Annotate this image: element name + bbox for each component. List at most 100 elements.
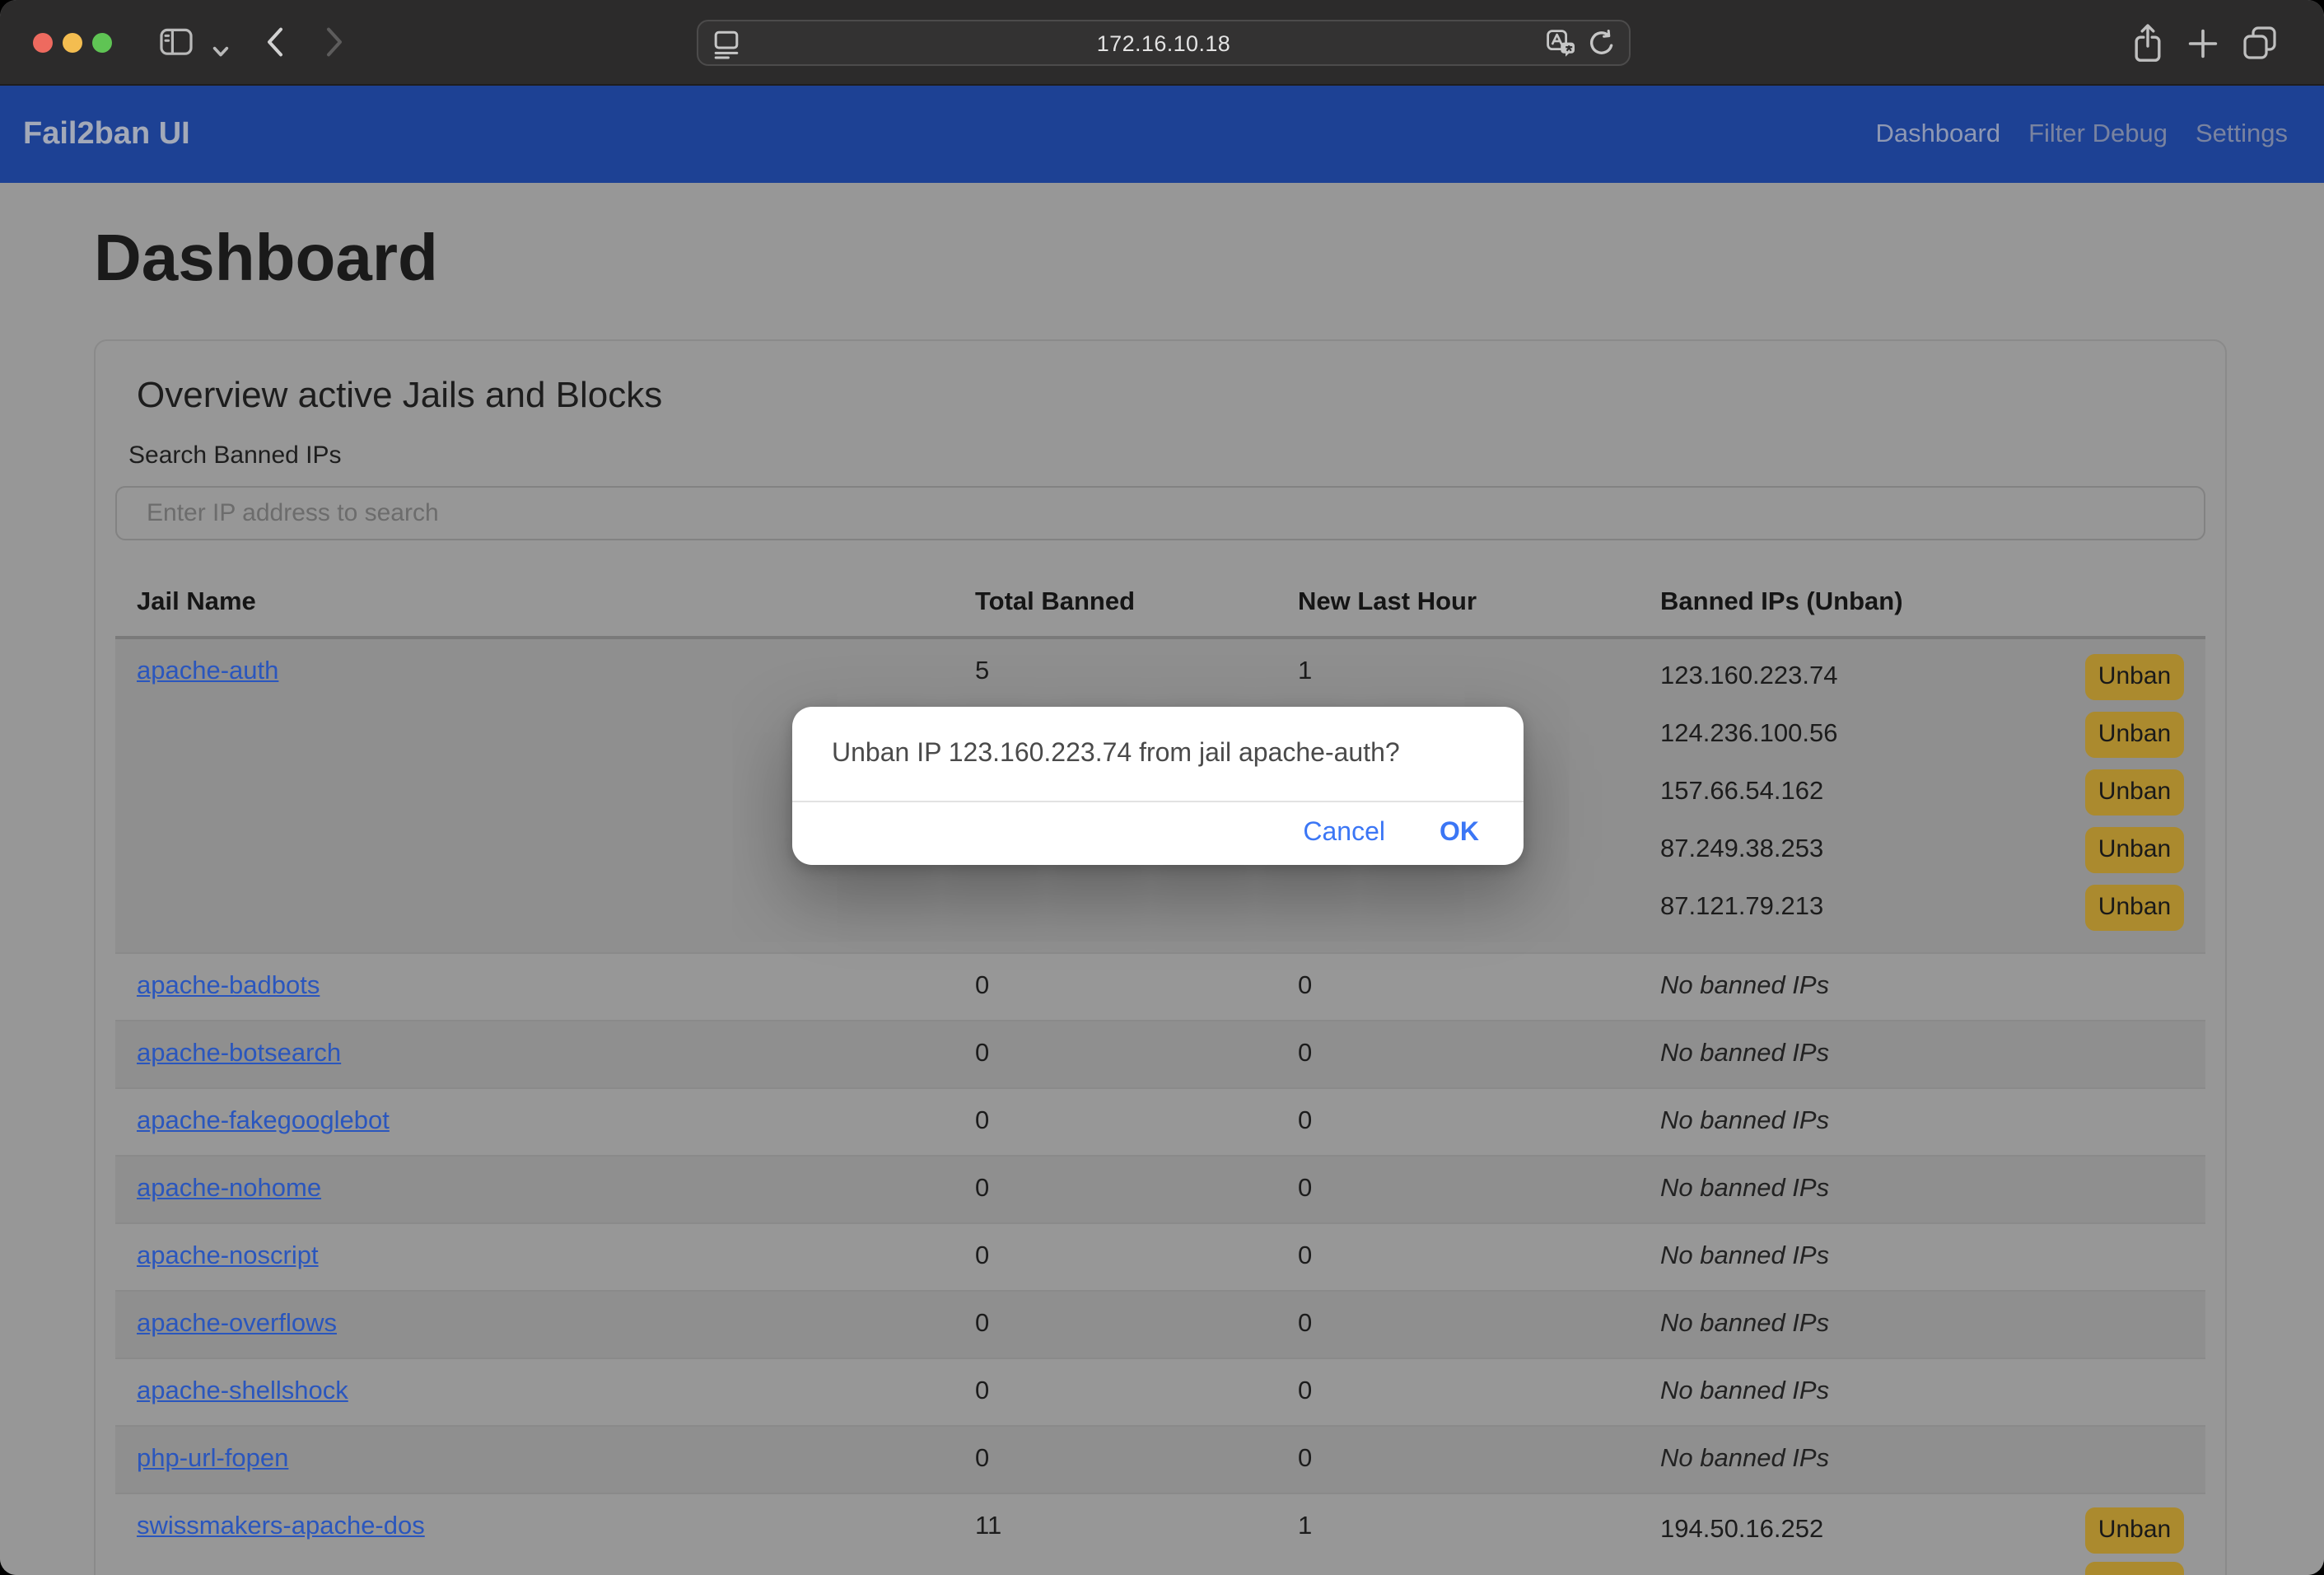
screenshot-stage: 172.16.10.18 [0, 0, 2324, 1575]
jail-name-cell: apache-auth [115, 639, 954, 705]
search-input[interactable] [115, 486, 2205, 540]
table-row: apache-overflows00No banned IPs [115, 1292, 2205, 1359]
close-button[interactable] [33, 33, 53, 53]
jail-link[interactable]: apache-auth [137, 657, 278, 685]
jail-link[interactable]: apache-shellshock [137, 1377, 348, 1405]
banned-ip-row: 194.50.16.252 Unban [1660, 1503, 2184, 1558]
unban-button[interactable]: Unban [2085, 1563, 2184, 1575]
column-header: Jail Name [115, 570, 954, 636]
jail-name-cell: apache-noscript [115, 1224, 954, 1290]
new-tab-button[interactable] [2187, 27, 2219, 63]
search-label: Search Banned IPs [128, 442, 2205, 470]
banned-ip-row: 123.160.223.74Unban [1660, 647, 2184, 705]
card-title: Overview active Jails and Blocks [137, 371, 2205, 420]
share-button[interactable] [2131, 23, 2164, 68]
banned-ip: 157.66.54.162 [1660, 777, 1823, 806]
translate-button[interactable] [1547, 30, 1576, 63]
table-row: apache-fakegooglebot00No banned IPs [115, 1089, 2205, 1157]
back-button[interactable] [265, 26, 285, 63]
minimize-button[interactable] [63, 33, 82, 53]
total-banned-value: 11 [954, 1494, 1276, 1560]
total-banned-value: 0 [954, 1224, 1276, 1290]
total-banned-value: 0 [954, 1427, 1276, 1493]
jail-link[interactable]: apache-nohome [137, 1175, 321, 1203]
total-banned-value: 0 [954, 1089, 1276, 1155]
unban-button[interactable]: Unban [2085, 769, 2184, 815]
banned-ip-row: 157.66.54.162 Unban [1660, 763, 2184, 820]
jail-link[interactable]: apache-noscript [137, 1242, 319, 1270]
banned-ip-row: 124.236.100.56 Unban [1660, 705, 2184, 763]
nav-link-dashboard[interactable]: Dashboard [1875, 119, 2000, 149]
table-row: apache-nohome00No banned IPs [115, 1157, 2205, 1224]
nav-links: Dashboard Filter Debug Settings [1875, 119, 2288, 149]
table-row: php-url-fopen00No banned IPs [115, 1427, 2205, 1494]
forward-button[interactable] [324, 26, 344, 63]
tab-overview-button[interactable] [2242, 25, 2278, 66]
page-title: Dashboard [94, 219, 2324, 298]
new-last-hour-value: 0 [1276, 1021, 1639, 1087]
banned-ip: 194.50.16.252 [1660, 1516, 1823, 1545]
app-navbar: Fail2ban UI Dashboard Filter Debug Setti… [0, 86, 2324, 183]
nav-link-filter-debug[interactable]: Filter Debug [2028, 119, 2168, 149]
new-last-hour-value: 1 [1276, 1494, 1639, 1560]
new-last-hour-value: 0 [1276, 1157, 1639, 1222]
reload-button[interactable] [1588, 30, 1616, 63]
back-icon [265, 38, 285, 63]
table-header-row: Jail NameTotal BannedNew Last HourBanned… [115, 570, 2205, 639]
address-bar[interactable]: 172.16.10.18 [697, 20, 1631, 66]
unban-button[interactable]: Unban [2085, 1507, 2184, 1554]
jail-link[interactable]: swissmakers-apache-dos [137, 1512, 425, 1540]
no-banned-ips-note: No banned IPs [1639, 1359, 2205, 1425]
no-banned-ips-note: No banned IPs [1639, 1224, 2205, 1290]
banned-ip: 87.249.38.253 [1660, 834, 1823, 864]
unban-button[interactable]: Unban [2085, 826, 2184, 872]
brand-link[interactable]: Fail2ban UI [23, 116, 190, 152]
browser-chrome: 172.16.10.18 [0, 0, 2324, 86]
jail-link[interactable]: apache-overflows [137, 1310, 337, 1338]
banned-ip-row: 87.249.38.253 Unban [1660, 820, 2184, 878]
no-banned-ips-note: No banned IPs [1639, 1157, 2205, 1222]
banned-ip: 124.236.100.56 [1660, 719, 1838, 749]
jail-name-cell: apache-botsearch [115, 1021, 954, 1087]
table-row: apache-botsearch00No banned IPs [115, 1021, 2205, 1089]
banned-ip-row: Unban [1660, 1558, 2184, 1575]
banned-ips-cell: 123.160.223.74Unban124.236.100.56Unban15… [1639, 639, 2205, 952]
column-header: Banned IPs (Unban) [1639, 570, 2205, 636]
table-row: apache-shellshock00No banned IPs [115, 1359, 2205, 1427]
dialog-actions: Cancel OK [792, 802, 1524, 865]
unban-button[interactable]: Unban [2085, 653, 2184, 699]
new-last-hour-value: 0 [1276, 1292, 1639, 1358]
jail-link[interactable]: apache-fakegooglebot [137, 1107, 390, 1135]
jail-name-cell: swissmakers-apache-dos [115, 1494, 954, 1560]
address-bar-actions [1547, 30, 1616, 63]
unban-button[interactable]: Unban [2085, 711, 2184, 757]
sidebar-menu-button[interactable] [212, 38, 229, 63]
sidebar-icon [160, 36, 193, 61]
jail-name-cell: apache-badbots [115, 954, 954, 1020]
total-banned-value: 0 [954, 1359, 1276, 1425]
no-banned-ips-note: No banned IPs [1639, 1089, 2205, 1155]
forward-icon [324, 38, 344, 63]
banned-ip: 87.121.79.213 [1660, 892, 1823, 922]
nav-link-settings[interactable]: Settings [2196, 119, 2288, 149]
jail-name-cell: apache-overflows [115, 1292, 954, 1358]
banned-ip-row: 87.121.79.213 Unban [1660, 878, 2184, 936]
new-last-hour-value: 0 [1276, 1359, 1639, 1425]
jail-link[interactable]: apache-badbots [137, 972, 320, 1000]
url-text: 172.16.10.18 [698, 21, 1629, 64]
sidebar-toggle-button[interactable] [160, 28, 193, 61]
column-header: New Last Hour [1276, 570, 1639, 636]
plus-icon [2187, 39, 2219, 63]
window-controls [33, 33, 112, 53]
no-banned-ips-note: No banned IPs [1639, 1427, 2205, 1493]
ok-button[interactable]: OK [1440, 819, 1479, 848]
new-last-hour-value: 0 [1276, 1427, 1639, 1493]
zoom-button[interactable] [92, 33, 112, 53]
cancel-button[interactable]: Cancel [1303, 819, 1385, 848]
jail-link[interactable]: php-url-fopen [137, 1445, 288, 1473]
total-banned-value: 0 [954, 954, 1276, 1020]
unban-button[interactable]: Unban [2085, 884, 2184, 930]
jail-link[interactable]: apache-botsearch [137, 1040, 341, 1068]
overview-card: Overview active Jails and Blocks Search … [94, 339, 2227, 1575]
no-banned-ips-note: No banned IPs [1639, 1292, 2205, 1358]
